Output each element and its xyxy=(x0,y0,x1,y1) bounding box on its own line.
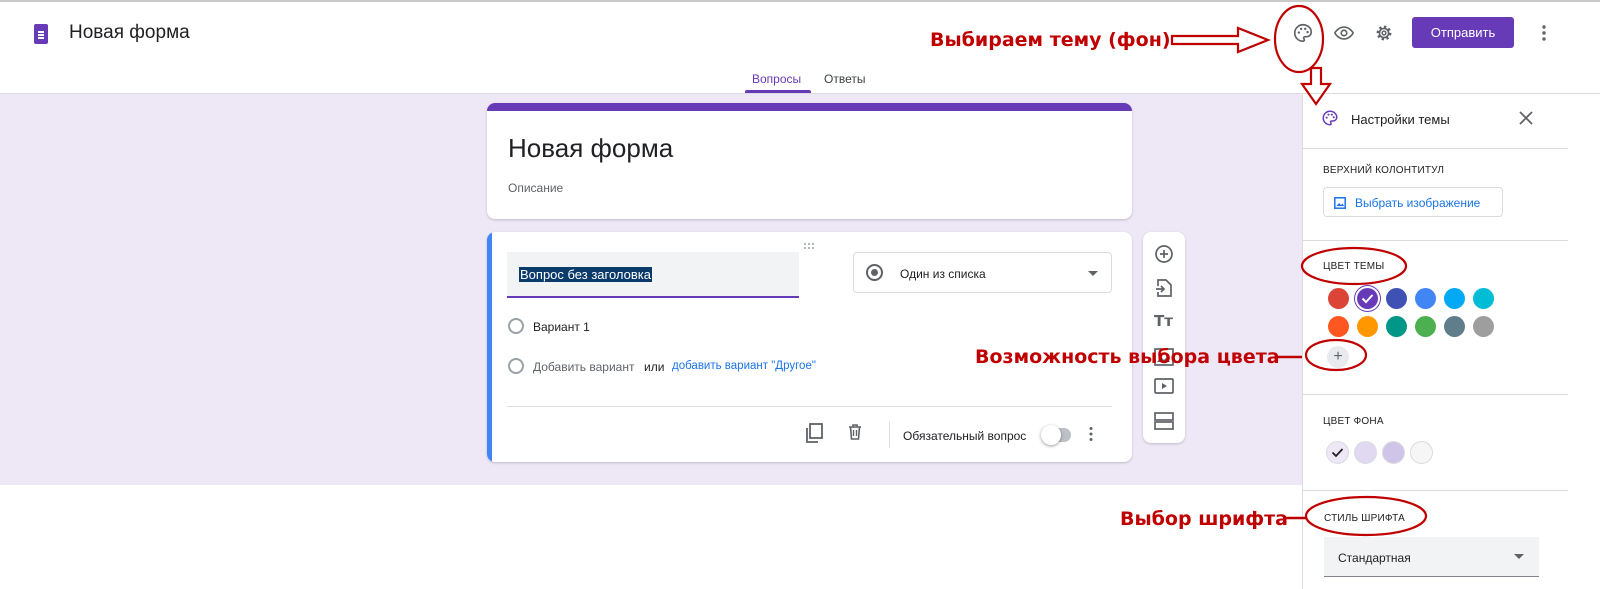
add-title-text-icon[interactable]: Tт xyxy=(1154,312,1173,330)
annotation-color-choice: Возможность выбора цвета xyxy=(975,346,1280,368)
background-color-swatch[interactable] xyxy=(1326,441,1349,464)
forms-logo-icon xyxy=(34,24,48,44)
header-section-label: ВЕРХНИЙ КОЛОНТИТУЛ xyxy=(1323,165,1445,176)
form-description-field[interactable]: Описание xyxy=(508,181,563,195)
footer-vertical-divider xyxy=(889,422,890,448)
theme-color-section-label: ЦВЕТ ТЕМЫ xyxy=(1323,261,1385,272)
dropdown-arrow-icon xyxy=(1514,554,1524,559)
theme-color-swatch[interactable] xyxy=(1444,316,1465,337)
send-button[interactable]: Отправить xyxy=(1412,17,1514,48)
duplicate-icon[interactable] xyxy=(805,423,823,448)
image-icon xyxy=(1334,197,1346,212)
check-icon xyxy=(1361,294,1374,304)
question-more-icon[interactable] xyxy=(1088,426,1094,447)
font-style-value: Стандартная xyxy=(1338,551,1411,565)
preview-eye-icon[interactable] xyxy=(1328,17,1360,49)
panel-divider xyxy=(1303,240,1568,241)
required-label: Обязательный вопрос xyxy=(903,429,1027,443)
option-1-label[interactable]: Вариант 1 xyxy=(533,320,590,334)
panel-divider xyxy=(1303,394,1568,395)
question-type-label: Один из списка xyxy=(900,267,986,281)
add-option-link[interactable]: Добавить вариант xyxy=(533,360,634,374)
theme-color-swatch[interactable] xyxy=(1357,316,1378,337)
theme-color-swatch[interactable] xyxy=(1386,288,1407,309)
theme-color-swatch[interactable] xyxy=(1357,288,1378,309)
question-focus-accent xyxy=(487,232,492,462)
import-questions-icon[interactable] xyxy=(1155,278,1173,303)
question-footer-divider xyxy=(507,406,1112,407)
check-icon xyxy=(1331,448,1344,458)
theme-panel-title: Настройки темы xyxy=(1351,112,1450,127)
form-title[interactable]: Новая форма xyxy=(508,133,673,164)
background-color-swatch[interactable] xyxy=(1354,441,1377,464)
theme-color-swatch[interactable] xyxy=(1328,288,1349,309)
annotation-arrow-right xyxy=(1170,26,1271,54)
delete-trash-icon[interactable] xyxy=(848,424,862,445)
theme-color-swatch[interactable] xyxy=(1415,288,1436,309)
window-top-border xyxy=(0,0,1600,2)
annotation-font-choice: Выбор шрифта xyxy=(1120,508,1288,530)
option-radio-icon xyxy=(508,318,524,334)
question-title-input[interactable]: Вопрос без заголовка xyxy=(507,252,799,298)
add-question-icon[interactable] xyxy=(1154,244,1174,269)
document-title[interactable]: Новая форма xyxy=(69,22,190,44)
add-other-link[interactable]: добавить вариант "Другое" xyxy=(672,360,816,372)
theme-color-swatch[interactable] xyxy=(1473,316,1494,337)
settings-gear-icon[interactable] xyxy=(1368,17,1400,49)
add-custom-color-button[interactable]: + xyxy=(1327,346,1349,368)
background-color-swatch[interactable] xyxy=(1410,441,1433,464)
title-card-accent xyxy=(487,103,1132,111)
theme-color-swatch[interactable] xyxy=(1473,288,1494,309)
add-section-icon[interactable] xyxy=(1154,412,1174,435)
tab-questions[interactable]: Вопросы xyxy=(752,72,801,86)
bg-color-section-label: ЦВЕТ ФОНА xyxy=(1323,416,1384,427)
font-style-dropdown[interactable]: Стандартная xyxy=(1324,537,1539,577)
question-title-text: Вопрос без заголовка xyxy=(519,267,652,282)
theme-color-swatch[interactable] xyxy=(1415,316,1436,337)
question-type-dropdown[interactable]: Один из списка xyxy=(853,252,1112,293)
form-title-card[interactable]: Новая форма Описание xyxy=(487,103,1132,219)
add-option-radio-icon xyxy=(508,358,524,374)
drag-handle-icon[interactable] xyxy=(803,237,817,255)
floating-toolbar: Tт xyxy=(1143,232,1185,443)
panel-divider xyxy=(1303,148,1568,149)
tab-responses[interactable]: Ответы xyxy=(824,72,865,86)
background-color-swatch[interactable] xyxy=(1382,441,1405,464)
more-vert-icon[interactable] xyxy=(1528,17,1560,49)
required-toggle[interactable] xyxy=(1041,425,1071,445)
radio-type-icon xyxy=(866,264,883,281)
annotation-choose-theme: Выбираем тему (фон) xyxy=(930,29,1171,51)
close-icon[interactable] xyxy=(1519,111,1533,130)
or-text: или xyxy=(644,360,665,374)
pick-image-button[interactable]: Выбрать изображение xyxy=(1323,187,1503,217)
theme-panel: Настройки темы ВЕРХНИЙ КОЛОНТИТУЛ Выбрат… xyxy=(1302,94,1600,589)
font-style-section-label: СТИЛЬ ШРИФТА xyxy=(1324,513,1405,524)
pick-image-label: Выбрать изображение xyxy=(1355,196,1481,210)
add-video-icon[interactable] xyxy=(1154,378,1174,399)
theme-palette-icon xyxy=(1321,109,1339,132)
panel-divider xyxy=(1303,490,1568,491)
theme-color-swatch[interactable] xyxy=(1328,316,1349,337)
theme-color-swatch[interactable] xyxy=(1386,316,1407,337)
dropdown-arrow-icon xyxy=(1088,271,1098,276)
theme-color-swatch[interactable] xyxy=(1444,288,1465,309)
palette-icon[interactable] xyxy=(1287,17,1319,49)
